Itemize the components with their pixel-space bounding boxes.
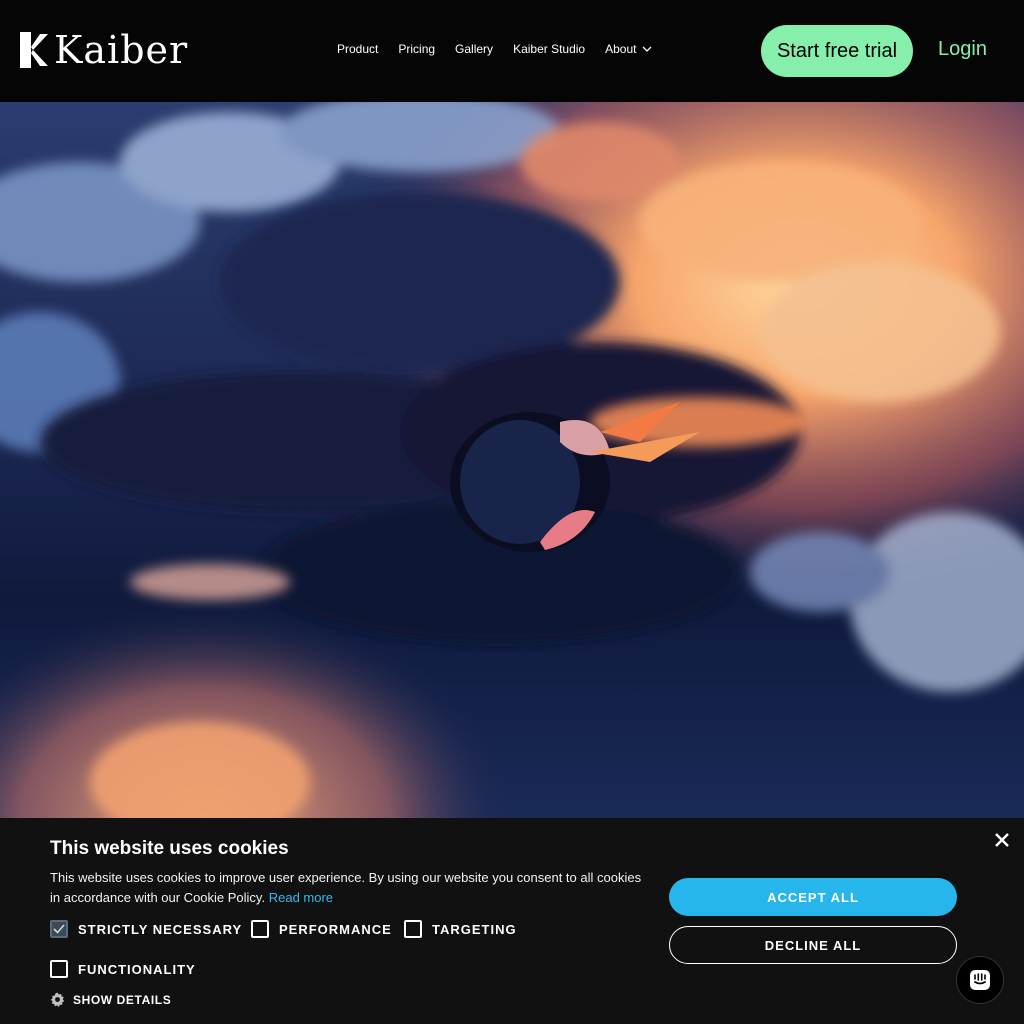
targeting-label: TARGETING: [432, 921, 517, 937]
strictly-necessary-label: STRICTLY NECESSARY: [78, 921, 243, 937]
targeting-checkbox[interactable]: [404, 920, 422, 938]
cookie-banner-title: This website uses cookies: [50, 838, 289, 859]
start-free-trial-button[interactable]: Start free trial: [761, 25, 913, 77]
consent-option-functionality[interactable]: FUNCTIONALITY: [50, 960, 196, 978]
nav-item-about[interactable]: About: [605, 42, 652, 56]
nav-item-about-label: About: [605, 42, 637, 56]
nav-item-gallery[interactable]: Gallery: [455, 42, 493, 56]
read-more-link[interactable]: Read more: [269, 890, 333, 905]
cookie-banner-description: This website uses cookies to improve use…: [50, 870, 642, 905]
nav-item-kaiber-studio[interactable]: Kaiber Studio: [513, 42, 585, 56]
gear-icon: [50, 992, 65, 1007]
kaiber-logo[interactable]: Kaiber: [20, 30, 188, 70]
hero-artwork: [0, 102, 1024, 818]
show-details-toggle[interactable]: SHOW DETAILS: [50, 992, 171, 1007]
cookie-banner-text: This website uses cookies to improve use…: [50, 868, 650, 908]
nav-item-product[interactable]: Product: [337, 42, 378, 56]
decline-all-button[interactable]: DECLINE ALL: [669, 926, 957, 964]
kaiber-k-logo-icon: [20, 32, 48, 68]
performance-checkbox[interactable]: [251, 920, 269, 938]
brand-name: Kaiber: [54, 28, 189, 72]
strictly-necessary-checkbox[interactable]: [50, 920, 68, 938]
checkmark-icon: [53, 924, 65, 934]
functionality-label: FUNCTIONALITY: [78, 961, 196, 977]
hero-video: [0, 102, 1024, 818]
cookie-consent-banner: This website uses cookies This website u…: [0, 818, 1024, 1024]
accept-all-button[interactable]: ACCEPT ALL: [669, 878, 957, 916]
consent-option-performance[interactable]: PERFORMANCE: [251, 920, 392, 938]
consent-option-strictly-necessary[interactable]: STRICTLY NECESSARY: [50, 920, 242, 938]
main-nav: Product Pricing Gallery Kaiber Studio Ab…: [337, 42, 652, 56]
consent-option-targeting[interactable]: TARGETING: [404, 920, 517, 938]
chevron-down-icon: [642, 46, 652, 52]
site-header: Kaiber Product Pricing Gallery Kaiber St…: [0, 0, 1024, 102]
show-details-label: SHOW DETAILS: [73, 992, 172, 1007]
login-link[interactable]: Login: [938, 38, 987, 61]
functionality-checkbox[interactable]: [50, 960, 68, 978]
close-banner-button[interactable]: [990, 828, 1014, 852]
chat-icon: [970, 970, 990, 990]
close-icon: [995, 833, 1009, 847]
nav-item-pricing[interactable]: Pricing: [398, 42, 435, 56]
performance-label: PERFORMANCE: [279, 921, 392, 937]
chat-launcher-button[interactable]: [956, 956, 1004, 1004]
